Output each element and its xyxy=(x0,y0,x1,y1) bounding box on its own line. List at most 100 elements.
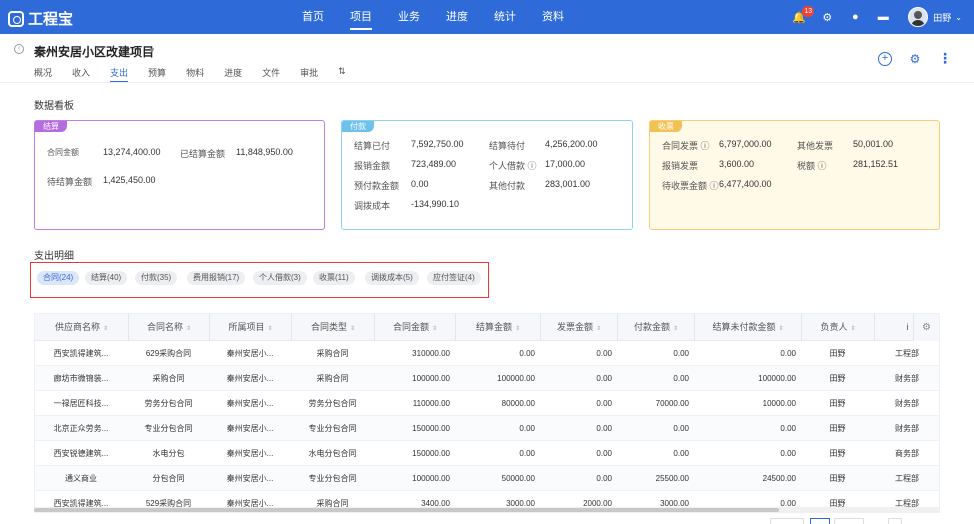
pager-size[interactable] xyxy=(888,518,902,524)
sort-icon[interactable]: ⇕ xyxy=(186,326,191,332)
table-cell: 廊坊市微锦装... xyxy=(53,374,109,383)
help-icon[interactable]: ● xyxy=(848,10,862,24)
sort-icon[interactable]: ⇕ xyxy=(596,326,601,332)
bell-icon[interactable]: 🔔 13 xyxy=(792,6,815,24)
table-row[interactable]: 北京正众劳务... 专业分包合同 秦州安居小... 专业分包合同 150000.00 0.… xyxy=(35,416,939,441)
sort-icon[interactable]: ⇕ xyxy=(778,326,783,332)
sort-icon[interactable]: ⇕ xyxy=(850,326,855,332)
sort-icon[interactable]: ⇕ xyxy=(515,326,520,332)
add-icon[interactable]: + xyxy=(878,52,892,66)
settings-icon[interactable]: ⚙ xyxy=(908,52,922,66)
table-row[interactable]: 通义商业 分包合同 秦州安居小... 专业分包合同 100000.00 50000.00 0… xyxy=(35,466,939,491)
payment-card-l1-1: 报销金额 xyxy=(354,161,391,171)
sort-icon[interactable]: ⇕ xyxy=(432,326,437,332)
tab-6[interactable]: 文件 xyxy=(262,66,280,83)
table-cell: 150000.00 xyxy=(412,449,450,458)
payment-card-l1-3: 调拨成本 xyxy=(354,201,391,211)
invoice-card: 收票 合同发票 ⓘ 6,797,000.00 其他发票 50,001.00 报销发票 3,… xyxy=(649,120,940,230)
pending-value: 1,425,450.00 xyxy=(103,175,156,185)
table-row[interactable]: 一禄居匠科技... 劳务分包合同 秦州安居小... 劳务分包合同 110000.00 80… xyxy=(35,391,939,416)
nav-item-5[interactable]: 资料 xyxy=(542,0,564,34)
avatar[interactable] xyxy=(908,7,929,27)
filter-chip-5[interactable]: 收票(11) xyxy=(313,271,355,285)
table-row[interactable]: 西安凯得建筑... 629采购合同 秦州安居小... 采购合同 310000.00 0.0… xyxy=(35,341,939,366)
table-cell: 0.00 xyxy=(673,349,689,358)
table-cell: 田野 xyxy=(829,424,846,433)
gear-icon[interactable]: ⚙ xyxy=(820,10,834,24)
back-icon[interactable]: ‹ xyxy=(14,44,24,54)
table-cell: 西安锐德建筑... xyxy=(53,449,109,458)
column-header-3[interactable]: 合同类型 ⇕ xyxy=(292,314,375,341)
more-vertical-icon[interactable]: ⋮ xyxy=(938,51,952,66)
table-cell: 分包合同 xyxy=(152,474,185,483)
filter-chip-1[interactable]: 结算(40) xyxy=(85,271,128,285)
nav-item-1[interactable]: 项目 xyxy=(350,0,372,34)
sort-icon[interactable]: ⇕ xyxy=(350,326,355,332)
table-cell: 70000.00 xyxy=(655,399,689,408)
chevron-down-icon[interactable]: ⌄ xyxy=(955,13,962,22)
invoice-card-l1-2: 待收票金额 ⓘ xyxy=(662,181,719,191)
user-name[interactable]: 田野 xyxy=(933,11,951,24)
project-title[interactable]: 秦州安居小区改建项目 xyxy=(34,43,154,60)
filter-chip-3[interactable]: 费用报销(17) xyxy=(187,271,246,285)
tab-5[interactable]: 进度 xyxy=(224,66,242,83)
pager-prev[interactable] xyxy=(770,518,804,524)
column-header-1[interactable]: 合同名称 ⇕ xyxy=(129,314,210,341)
filter-chip-2[interactable]: 付款(35) xyxy=(135,271,178,285)
pager-next[interactable] xyxy=(834,518,864,524)
table-cell: 秦州安居小... xyxy=(226,474,274,483)
table-row[interactable]: 西安锐德建筑... 水电分包 秦州安居小... 水电分包合同 150000.00 0.00… xyxy=(35,441,939,466)
tab-2[interactable]: 支出 xyxy=(110,66,129,83)
table-cell: 采购合同 xyxy=(152,374,185,383)
payment-card-v1-1: 723,489.00 xyxy=(411,159,457,169)
column-header-label: 所属项目 xyxy=(228,322,265,332)
table-cell: 0.00 xyxy=(596,449,612,458)
column-header-2[interactable]: 所属项目 ⇕ xyxy=(210,314,292,341)
filter-chip-4[interactable]: 个人借款(3) xyxy=(253,271,307,285)
table-cell: 通义商业 xyxy=(65,474,97,483)
payment-card-l2-0: 结算待付 xyxy=(489,141,526,151)
message-icon[interactable]: ▬ xyxy=(876,10,890,24)
tab-7[interactable]: 审批 xyxy=(300,66,318,83)
main-nav: 首页 项目 业务 进度 统计 资料 xyxy=(302,0,590,34)
column-header-label: 结算金额 xyxy=(475,322,512,332)
column-settings-icon[interactable]: ⚙ xyxy=(913,314,939,341)
sort-icon[interactable]: ⇕ xyxy=(673,326,678,332)
table-cell: 秦州安居小... xyxy=(226,374,274,383)
column-header-label: i xyxy=(906,322,909,332)
nav-item-2[interactable]: 业务 xyxy=(398,0,420,34)
payment-card-l2-2: 其他付款 xyxy=(489,181,526,191)
top-nav-bar: 工程宝 首页 项目 业务 进度 统计 资料 🔔 13 ⚙ ● ▬ 田野 ⌄ xyxy=(0,0,974,34)
nav-item-0[interactable]: 首页 xyxy=(302,0,324,34)
filter-chip-0[interactable]: 合同(24) xyxy=(37,271,80,285)
table-row[interactable]: 廊坊市微锦装... 采购合同 秦州安居小... 采购合同 100000.00 100000… xyxy=(35,366,939,391)
column-header-6[interactable]: 发票金额 ⇕ xyxy=(541,314,618,341)
column-header-9[interactable]: 负责人 ⇕ xyxy=(802,314,875,341)
sort-icon[interactable]: ⇕ xyxy=(267,326,272,332)
column-header-7[interactable]: 付款金额 ⇕ xyxy=(618,314,695,341)
tab-8[interactable]: ⇅ xyxy=(338,66,346,83)
tab-0[interactable]: 概况 xyxy=(34,66,52,83)
column-header-0[interactable]: 供应商名称 ⇕ xyxy=(35,314,129,341)
column-header-5[interactable]: 结算金额 ⇕ xyxy=(456,314,541,341)
table-cell: 0.00 xyxy=(519,349,535,358)
column-header-8[interactable]: 结算未付款金额 ⇕ xyxy=(695,314,802,341)
app-logo[interactable]: 工程宝 xyxy=(8,8,73,29)
caret-down-icon[interactable]: ▼ xyxy=(148,46,156,55)
filter-chip-6[interactable]: 调拨成本(5) xyxy=(365,271,419,285)
sort-icon[interactable]: ⇕ xyxy=(103,326,108,332)
nav-item-3[interactable]: 进度 xyxy=(446,0,468,34)
nav-item-4[interactable]: 统计 xyxy=(494,0,516,34)
pager-page[interactable] xyxy=(810,518,830,524)
table-cell: 50000.00 xyxy=(501,474,535,483)
notification-badge: 13 xyxy=(802,6,815,17)
table-cell: 专业分包合同 xyxy=(144,424,193,433)
filter-chip-7[interactable]: 应付签证(4) xyxy=(427,271,481,285)
table-cell: 629采购合同 xyxy=(145,349,192,358)
horizontal-scrollbar[interactable] xyxy=(34,507,940,513)
tab-3[interactable]: 预算 xyxy=(148,66,166,83)
tab-4[interactable]: 物料 xyxy=(186,66,204,83)
tab-1[interactable]: 收入 xyxy=(72,66,90,83)
column-header-4[interactable]: 合同金额 ⇕ xyxy=(375,314,456,341)
scrollbar-thumb[interactable] xyxy=(34,508,779,512)
